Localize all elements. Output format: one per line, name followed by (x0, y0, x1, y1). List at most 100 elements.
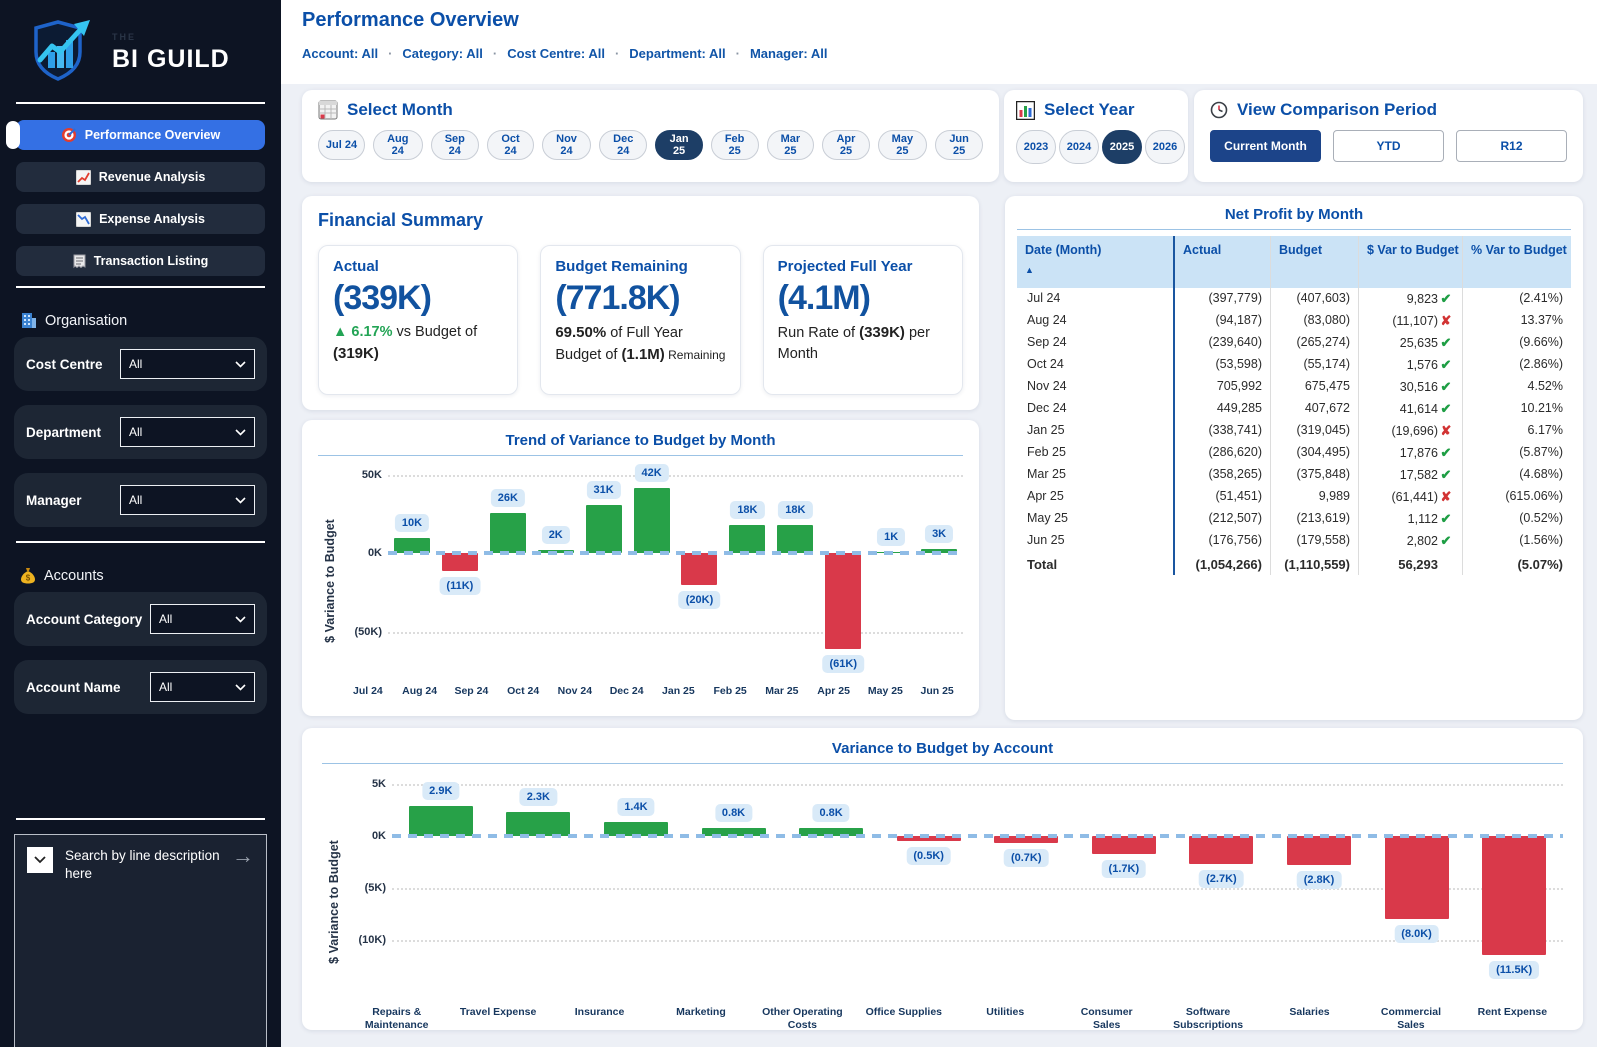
nav-label: Revenue Analysis (99, 170, 206, 184)
month-pill-feb-25[interactable]: Feb 25 (711, 130, 759, 160)
department-select[interactable]: All (120, 417, 255, 447)
y-axis-tick: 50K (362, 469, 382, 481)
manager-select[interactable]: All (120, 485, 255, 515)
table-column-header[interactable]: Date (Month)▲ (1017, 236, 1175, 288)
search-submit-arrow-icon[interactable]: → (232, 843, 254, 869)
nav-performance-overview[interactable]: Performance Overview (16, 120, 265, 150)
bar-repairs-maintenance[interactable] (409, 806, 473, 836)
bar-commercial-sales[interactable] (1385, 836, 1449, 919)
table-cell-budget: (375,848) (1271, 464, 1359, 486)
bar-apr-25[interactable] (825, 553, 861, 649)
bar-software-subscriptions[interactable] (1189, 836, 1253, 864)
table-cell-actual: (239,640) (1175, 332, 1271, 354)
sort-ascending-icon[interactable]: ▲ (1025, 265, 1165, 275)
year-pill-2026[interactable]: 2026 (1145, 130, 1185, 164)
kpi-card-value: (339K) (333, 279, 503, 318)
month-pill-dec-24[interactable]: Dec 24 (599, 130, 647, 160)
bar-column: 10K (388, 464, 436, 679)
unfavourable-cross-icon: ✘ (1438, 489, 1454, 505)
search-panel[interactable]: Search by line description here → (14, 834, 267, 1047)
year-pill-2023[interactable]: 2023 (1016, 130, 1056, 164)
table-cell-actual: (51,451) (1175, 486, 1271, 508)
comparison-option-ytd[interactable]: YTD (1333, 130, 1444, 162)
nav-revenue-analysis[interactable]: Revenue Analysis (16, 162, 265, 192)
bar-data-label: 18K (778, 501, 812, 519)
bar-rent-expense[interactable] (1482, 836, 1546, 955)
y-axis-tick: (5K) (365, 882, 386, 894)
month-pill-sep-24[interactable]: Sep 24 (431, 130, 479, 160)
year-pill-2024[interactable]: 2024 (1059, 130, 1099, 164)
cost-centre-select[interactable]: All (120, 349, 255, 379)
bar-aug-24[interactable] (442, 553, 478, 570)
bar-data-label: (8.0K) (1394, 925, 1439, 943)
accounts-title: Accounts (44, 568, 104, 584)
table-cell-pct: (5.87%) (1463, 442, 1571, 464)
bar-data-label: (0.5K) (906, 847, 951, 865)
bar-column: 18K (771, 464, 819, 679)
bar-mar-25[interactable] (777, 525, 813, 553)
gridline (392, 940, 1563, 942)
table-cell-pct: (5.07%) (1463, 552, 1571, 575)
select-year-header: Select Year (1016, 100, 1176, 120)
bar-consumer-sales[interactable] (1092, 836, 1156, 854)
account-chart-title: Variance to Budget by Account (322, 740, 1563, 764)
bar-column: 2K (532, 464, 580, 679)
month-pill-jan-25[interactable]: Jan 25 (655, 130, 702, 160)
breadcrumb-separator: · (736, 46, 740, 61)
search-input[interactable]: Search by line description here (65, 847, 222, 882)
month-pill-may-25[interactable]: May 25 (878, 130, 928, 160)
nav-label: Performance Overview (85, 128, 221, 142)
table-column-header[interactable]: Actual (1175, 236, 1271, 288)
trend-chart-title: Trend of Variance to Budget by Month (318, 432, 963, 456)
month-pill-mar-25[interactable]: Mar 25 (767, 130, 815, 160)
nav-expense-analysis[interactable]: Expense Analysis (16, 204, 265, 234)
account-name-value: All (159, 680, 235, 694)
month-pill-nov-24[interactable]: Nov 24 (542, 130, 591, 160)
zero-line (388, 551, 963, 555)
month-pill-apr-25[interactable]: Apr 25 (822, 130, 869, 160)
kpi-card-budget-remaining: Budget Remaining(771.8K)69.50% of Full Y… (540, 245, 740, 395)
month-pill-aug-24[interactable]: Aug 24 (373, 130, 423, 160)
clock-icon (1210, 101, 1228, 119)
kpi-card-subtext: 69.50% of Full Year Budget of (1.1M) Rem… (555, 322, 725, 366)
bar-dec-24[interactable] (634, 488, 670, 554)
bar-column: (1.7K) (1075, 772, 1173, 984)
nav-transaction-listing[interactable]: Transaction Listing (16, 246, 265, 276)
kpi-card-segment: (339K) (859, 324, 905, 341)
bar-column: (0.7K) (977, 772, 1075, 984)
account-name-select[interactable]: All (150, 672, 255, 702)
bar-travel-expense[interactable] (506, 812, 570, 836)
account-plot-area: 2.9K2.3K1.4K0.8K0.8K(0.5K)(0.7K)(1.7K)(2… (392, 772, 1563, 984)
table-column-header[interactable]: Budget (1271, 236, 1359, 288)
account-category-select[interactable]: All (150, 604, 255, 634)
bar-jan-25[interactable] (681, 553, 717, 584)
search-dropdown-button[interactable] (27, 847, 53, 873)
table-cell-date: Jun 25 (1017, 530, 1175, 552)
bar-nov-24[interactable] (586, 505, 622, 554)
bar-data-label: (1.7K) (1102, 860, 1147, 878)
bar-data-label: 2.3K (520, 788, 557, 806)
month-pill-jul-24[interactable]: Jul 24 (318, 130, 365, 160)
bar-feb-25[interactable] (729, 525, 765, 553)
bar-salaries[interactable] (1287, 836, 1351, 865)
kpi-card-actual: Actual(339K)▲ 6.17% vs Budget of (319K) (318, 245, 518, 395)
chevron-down-icon (235, 497, 246, 504)
table-cell-budget: (179,558) (1271, 530, 1359, 552)
y-axis-tick: 0K (368, 547, 382, 559)
bar-sep-24[interactable] (490, 513, 526, 554)
x-axis-category-label: Commercial Sales (1360, 1006, 1461, 1032)
comparison-option-r12[interactable]: R12 (1456, 130, 1567, 162)
month-pill-oct-24[interactable]: Oct 24 (487, 130, 534, 160)
y-axis-tick: (50K) (354, 626, 382, 638)
table-cell-pct: 13.37% (1463, 310, 1571, 332)
department-value: All (129, 425, 235, 439)
year-pill-2025[interactable]: 2025 (1102, 130, 1142, 164)
bar-column: 2.3K (490, 772, 588, 984)
table-column-header[interactable]: % Var to Budget (1463, 236, 1571, 288)
month-pill-jun-25[interactable]: Jun 25 (935, 130, 983, 160)
comparison-option-current-month[interactable]: Current Month (1210, 130, 1321, 162)
table-column-header[interactable]: $ Var to Budget (1359, 236, 1463, 288)
select-year-panel: Select Year 2023202420252026 (1004, 90, 1188, 182)
chevron-down-icon (235, 684, 246, 691)
target-icon (61, 127, 77, 143)
